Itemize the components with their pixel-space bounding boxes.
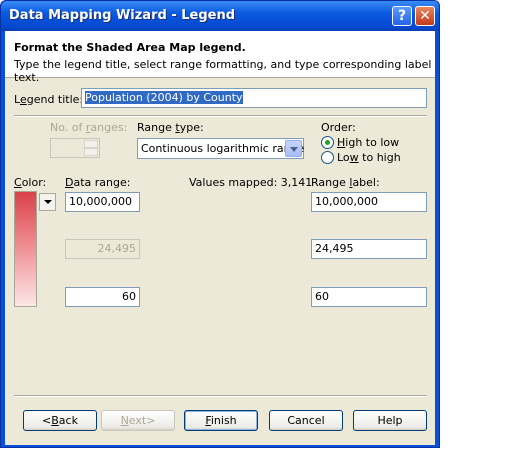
data-range-input[interactable]: 10,000,000	[65, 192, 140, 212]
dialog-body: Format the Shaded Area Map legend. Type …	[5, 31, 435, 445]
label-part: to high	[358, 151, 401, 164]
separator	[14, 395, 427, 397]
color-gradient-swatch[interactable]	[14, 191, 37, 307]
data-range-input[interactable]: 60	[65, 287, 140, 307]
back-button[interactable]: <Back	[23, 410, 97, 431]
label-accel: C	[14, 176, 22, 189]
range-label-input[interactable]: 10,000,000	[311, 192, 427, 212]
wizard-window: Data Mapping Wizard - Legend ? ✕ Format …	[0, 0, 440, 448]
order-high-to-low-radio[interactable]	[321, 136, 334, 149]
range-label-header: Range label:	[311, 176, 380, 189]
data-range-label: Data range:	[65, 176, 130, 189]
color-label: Color:	[14, 176, 46, 189]
close-icon[interactable]: ✕	[415, 6, 435, 26]
label-part: Lo	[337, 151, 350, 164]
label-part: igh to low	[345, 136, 400, 149]
finish-button[interactable]: Finish	[184, 410, 258, 431]
label-part: ata range:	[73, 176, 131, 189]
next-button: Next>	[101, 410, 175, 431]
label-part: <	[42, 414, 52, 427]
cancel-button[interactable]: Cancel	[269, 410, 343, 431]
spin-down-icon	[84, 148, 98, 156]
title-bar[interactable]: Data Mapping Wizard - Legend ? ✕	[1, 1, 439, 31]
separator	[14, 115, 427, 117]
help-button[interactable]: Help	[353, 410, 427, 431]
range-label-input[interactable]: 60	[311, 287, 427, 307]
header-title: Format the Shaded Area Map legend.	[14, 41, 246, 54]
legend-title-input[interactable]: Population (2004) by County	[81, 88, 427, 108]
order-low-to-high-label[interactable]: Low to high	[337, 151, 401, 164]
label-part: inish	[210, 414, 237, 427]
label-accel: w	[349, 151, 359, 164]
chevron-down-icon[interactable]	[285, 140, 302, 157]
data-range-input: 24,495	[65, 239, 140, 259]
legend-title-label: Legend title:	[14, 93, 83, 106]
label-accel: N	[120, 414, 129, 427]
label-part: No. of	[50, 121, 86, 134]
order-high-to-low-label[interactable]: High to low	[337, 136, 399, 149]
label-part: gend title:	[26, 93, 84, 106]
range-type-label: Range type:	[137, 121, 204, 134]
color-dropdown-icon[interactable]	[39, 193, 56, 211]
window-title: Data Mapping Wizard - Legend	[9, 8, 236, 23]
wizard-header: Format the Shaded Area Map legend. Type …	[5, 31, 435, 84]
header-subtitle: Type the legend title, select range form…	[14, 58, 432, 84]
label-part: abel:	[352, 176, 380, 189]
label-accel: e	[19, 93, 27, 106]
legend-title-value: Population (2004) by County	[85, 91, 243, 104]
spin-up-icon	[84, 140, 98, 148]
label-part: anges:	[90, 121, 128, 134]
range-label-input[interactable]: 24,495	[311, 239, 427, 259]
label-accel: B	[51, 414, 59, 427]
range-type-value: Continuous logarithmic range	[141, 142, 305, 155]
label-part: Range	[311, 176, 350, 189]
help-icon[interactable]: ?	[392, 6, 412, 26]
no-of-ranges-spinner	[50, 138, 100, 158]
label-part: ype:	[179, 121, 204, 134]
label-part: Range	[137, 121, 176, 134]
label-part: olor:	[21, 176, 47, 189]
label-part: ack	[58, 414, 78, 427]
no-of-ranges-label: No. of ranges:	[50, 121, 127, 134]
order-low-to-high-radio[interactable]	[321, 151, 334, 164]
order-label: Order:	[321, 121, 356, 134]
label-part: ext>	[128, 414, 156, 427]
range-type-select[interactable]: Continuous logarithmic range	[137, 138, 304, 159]
values-mapped-text: Values mapped: 3,141	[189, 176, 313, 189]
